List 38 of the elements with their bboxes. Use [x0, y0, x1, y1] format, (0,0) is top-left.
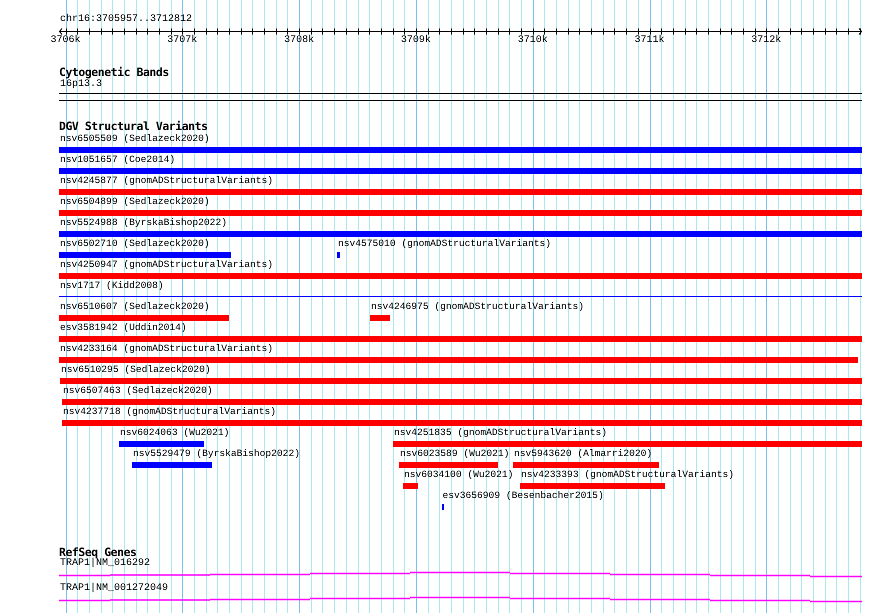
variant-label: nsv5943620 (Almarri2020) — [514, 449, 652, 459]
variant-label: nsv1717 (Kidd2008) — [60, 281, 164, 291]
variant-label: nsv4246975 (gnomADStructuralVariants) — [371, 302, 584, 312]
variant-label: nsv6023589 (Wu2021) — [400, 449, 510, 459]
track-title: RefSeq Genes — [59, 547, 136, 558]
variant-label: nsv6034100 (Wu2021) — [404, 470, 514, 480]
tick-label: 3712k — [751, 36, 782, 46]
variant-label: nsv6024063 (Wu2021) — [120, 428, 230, 438]
gene-label: TRAP1|NM_016292 — [60, 559, 150, 569]
variant-label: nsv6505509 (Sedlazeck2020) — [60, 134, 210, 144]
gene-label: TRAP1|NM_001272049 — [60, 584, 168, 594]
variant-label: nsv6502710 (Sedlazeck2020) — [60, 239, 210, 249]
tick-label: 3711k — [634, 36, 664, 46]
tick-label: 3707k — [167, 36, 198, 46]
tick-label: 3709k — [400, 36, 431, 46]
variant-label: nsv4251835 (gnomADStructuralVariants) — [394, 428, 608, 438]
track-title: Cytogenetic Bands — [59, 67, 169, 78]
variant-label: nsv4575010 (gnomADStructuralVariants) — [338, 239, 552, 249]
variant-label: nsv4250947 (gnomADStructuralVariants) — [60, 260, 274, 270]
variant-label: nsv4233393 (gnomADStructuralVariants) — [521, 470, 734, 480]
tick-label: 3710k — [518, 36, 548, 46]
track-title: DGV Structural Variants — [59, 121, 208, 132]
variant-label: nsv6510607 (Sedlazeck2020) — [60, 302, 210, 312]
variant-label: nsv6504899 (Sedlazeck2020) — [60, 197, 210, 207]
tick-label: 3706k — [50, 36, 80, 46]
variant-label: esv3581942 (Uddin2014) — [60, 323, 187, 333]
locus-label: chr16:3705957..3712812 — [60, 15, 192, 25]
variant-label: nsv6507463 (Sedlazeck2020) — [63, 386, 213, 396]
variant-label: nsv4237718 (gnomADStructuralVariants) — [63, 407, 276, 417]
variant-label: nsv4233164 (gnomADStructuralVariants) — [60, 344, 274, 354]
variant-label: nsv6510295 (Sedlazeck2020) — [61, 365, 211, 375]
variant-label: nsv4245877 (gnomADStructuralVariants) — [60, 176, 274, 186]
variant-label: nsv5529479 (ByrskaBishop2022) — [133, 449, 300, 459]
tick-label: 3708k — [284, 36, 314, 46]
band-label: 16p13.3 — [60, 80, 102, 90]
variant-label: nsv5524988 (ByrskaBishop2022) — [60, 218, 227, 228]
variant-label: esv3656909 (Besenbacher2015) — [442, 491, 604, 501]
variant-label: nsv1051657 (Coe2014) — [60, 155, 176, 165]
